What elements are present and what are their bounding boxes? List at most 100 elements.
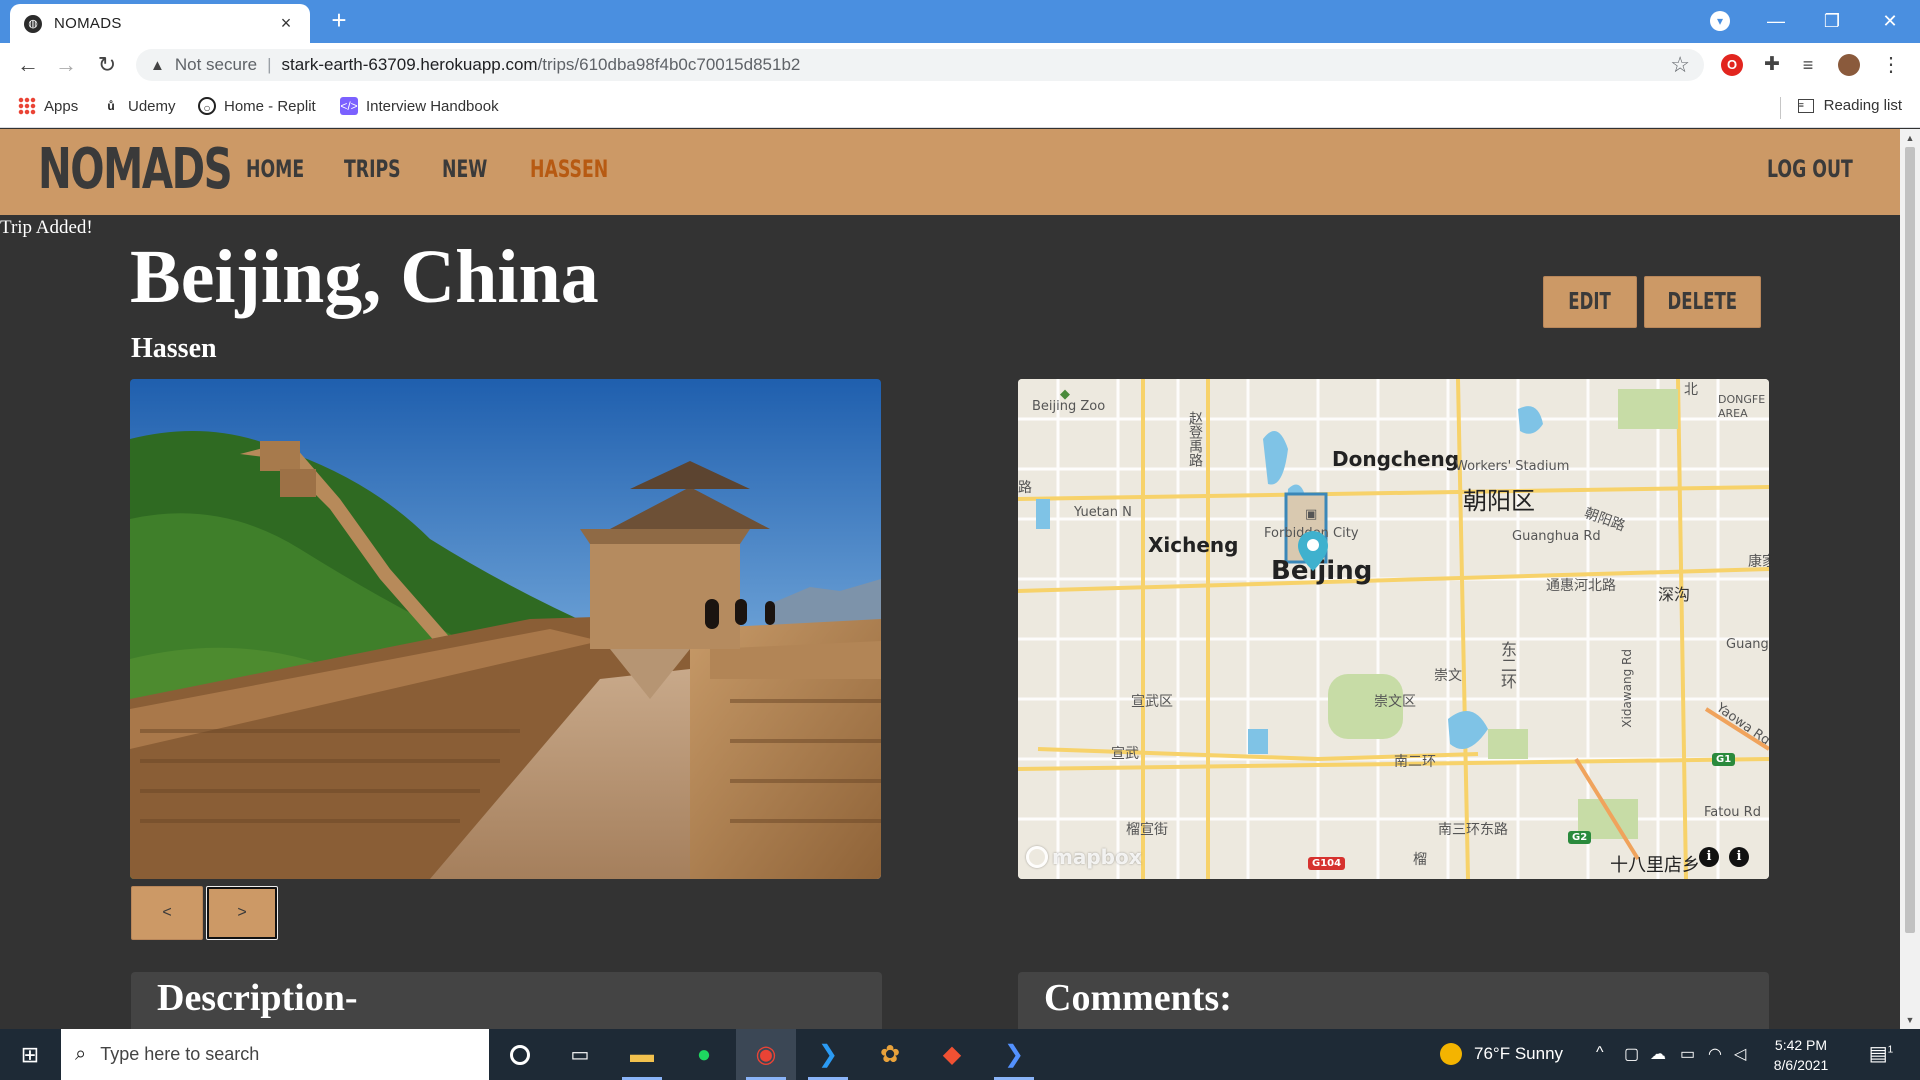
edit-button[interactable]: EDIT: [1543, 276, 1637, 328]
map-label-lu: 路: [1018, 480, 1032, 496]
minimize-icon[interactable]: —: [1756, 6, 1796, 36]
bookmark-label: Udemy: [128, 97, 176, 115]
bookmark-udemy[interactable]: ů Udemy: [102, 97, 176, 115]
camera-icon: ▣: [1305, 507, 1318, 522]
git-icon[interactable]: ◆: [922, 1029, 982, 1080]
page-content: NOMADS HOME TRIPS NEW HASSEN LOG OUT Tri…: [0, 129, 1900, 1029]
wifi-icon[interactable]: ◠: [1708, 1044, 1722, 1064]
trip-photo: [130, 379, 881, 879]
adblock-extension-icon[interactable]: O: [1721, 54, 1743, 76]
meet-now-icon[interactable]: ▢: [1624, 1044, 1639, 1064]
new-tab-button[interactable]: +: [326, 7, 352, 33]
browser-tab[interactable]: ◍ NOMADS ×: [10, 4, 310, 43]
reading-list-button[interactable]: ≡ Reading list: [1797, 97, 1902, 114]
onedrive-cloud-icon[interactable]: ☁: [1650, 1044, 1666, 1064]
security-label: Not secure: [174, 55, 258, 74]
notification-count: 1: [1887, 1044, 1894, 1056]
spotify-icon[interactable]: ●: [674, 1029, 734, 1080]
map-label-shengou: 深沟: [1658, 585, 1691, 604]
clock-date: 8/6/2021: [1773, 1057, 1829, 1073]
battery-icon[interactable]: ▭: [1680, 1044, 1695, 1064]
map-info-icon[interactable]: i: [1699, 847, 1719, 867]
powershell-icon[interactable]: ❯: [984, 1029, 1044, 1080]
map-marker-icon[interactable]: [1296, 529, 1330, 573]
restore-icon[interactable]: ❐: [1812, 6, 1852, 36]
map-label-guanghua: Guanghua Rd: [1512, 529, 1601, 544]
bookmark-star-icon[interactable]: ☆: [1670, 52, 1690, 78]
map-label-xicheng: Xicheng: [1148, 533, 1239, 557]
great-wall-image: [130, 379, 881, 879]
trip-map[interactable]: Beijing Zoo ◆ Dongcheng Workers' Stadium…: [1018, 379, 1769, 879]
nav-user[interactable]: HASSEN: [530, 155, 608, 183]
extensions-puzzle-icon[interactable]: ✚: [1761, 54, 1783, 76]
trip-title: Beijing, China: [130, 235, 599, 319]
system-clock[interactable]: 5:42 PM 8/6/2021: [1765, 1035, 1837, 1075]
file-explorer-icon[interactable]: ▬: [612, 1029, 672, 1080]
scrollbar-thumb[interactable]: [1905, 147, 1915, 933]
apps-grid-icon: [18, 97, 36, 115]
reading-list-icon: ≡: [1797, 98, 1814, 113]
media-queue-icon[interactable]: ≡: [1797, 54, 1819, 76]
show-hidden-icons-icon[interactable]: ^: [1596, 1044, 1604, 1062]
page-scrollbar[interactable]: ▲ ▼: [1900, 129, 1920, 1029]
map-label-chongwenqu: 崇文区: [1374, 694, 1416, 710]
next-image-button[interactable]: >: [206, 886, 278, 940]
taskbar-search-box[interactable]: ⌕ Type here to search: [61, 1029, 489, 1080]
tab-search-icon[interactable]: ▾: [1710, 11, 1730, 31]
previous-image-button[interactable]: <: [131, 886, 203, 940]
sun-icon: [1440, 1043, 1462, 1065]
map-label-dongfeng: DONGFE AREA: [1718, 393, 1766, 420]
delete-button[interactable]: DELETE: [1644, 276, 1761, 328]
bookmark-replit[interactable]: ○ Home - Replit: [198, 97, 316, 115]
highway-shield-g2: G2: [1568, 831, 1592, 844]
replit-icon: ○: [198, 97, 216, 115]
bookmark-interview-handbook[interactable]: </> Interview Handbook: [340, 97, 499, 115]
address-bar[interactable]: ▲ Not secure | stark-earth-63709.herokua…: [136, 49, 1704, 81]
nav-new[interactable]: NEW: [442, 155, 487, 183]
map-attribution-icon[interactable]: i: [1729, 847, 1749, 867]
map-label-fatou: Fatou Rd: [1704, 805, 1761, 820]
highway-shield-g1: G1: [1712, 753, 1736, 766]
forward-arrow-icon[interactable]: →: [52, 51, 80, 79]
windows-start-icon[interactable]: ⊞: [8, 1039, 52, 1071]
nav-home[interactable]: HOME: [246, 155, 304, 183]
vscode-icon[interactable]: ❯: [798, 1029, 858, 1080]
nav-logout[interactable]: LOG OUT: [1767, 155, 1853, 183]
udemy-icon: ů: [107, 99, 115, 113]
task-view-icon[interactable]: ▭: [550, 1029, 610, 1080]
clock-time: 5:42 PM: [1774, 1037, 1828, 1053]
chrome-icon[interactable]: ◉: [736, 1029, 796, 1080]
windows-taskbar: ⊞ ⌕ Type here to search ▭ ▬ ● ◉ ❯ ✿ ◆ ❯ …: [0, 1029, 1920, 1080]
kebab-menu-icon[interactable]: ⋮: [1880, 54, 1902, 76]
comments-heading: Comments:: [1044, 977, 1232, 1019]
close-window-icon[interactable]: ✕: [1870, 6, 1910, 36]
davinci-resolve-icon[interactable]: ✿: [860, 1029, 920, 1080]
bookmark-label: Interview Handbook: [366, 97, 499, 115]
map-label-xidawang: Xidawang Rd: [1620, 649, 1634, 728]
edit-label: EDIT: [1568, 289, 1612, 315]
flash-message: Trip Added!: [0, 217, 93, 238]
weather-widget[interactable]: 76°F Sunny: [1440, 1043, 1563, 1065]
cortana-icon[interactable]: [490, 1029, 550, 1080]
map-label-xuanwuqu: 宣武区: [1131, 694, 1173, 710]
profile-avatar[interactable]: [1838, 54, 1860, 76]
map-label-xuanwu: 宣武: [1111, 746, 1139, 762]
browser-tab-strip: ◍ NOMADS × + ▾ — ❐ ✕: [0, 0, 1920, 43]
site-logo[interactable]: NOMADS: [38, 137, 233, 202]
delete-label: DELETE: [1667, 289, 1738, 315]
bookmark-label: Apps: [44, 97, 79, 115]
description-panel: Description-: [131, 972, 882, 1029]
browser-toolbar: ← → ↻ ▲ Not secure | stark-earth-63709.h…: [0, 43, 1920, 87]
reload-icon[interactable]: ↻: [93, 51, 121, 79]
scroll-up-icon[interactable]: ▲: [1904, 133, 1916, 143]
nav-trips[interactable]: TRIPS: [344, 155, 401, 183]
volume-icon[interactable]: ◁: [1734, 1044, 1746, 1064]
scroll-down-icon[interactable]: ▼: [1904, 1015, 1916, 1025]
zoo-icon: ◆: [1060, 387, 1070, 402]
taskbar-search-placeholder: Type here to search: [100, 1044, 260, 1064]
bookmark-apps[interactable]: Apps: [18, 97, 78, 115]
back-arrow-icon[interactable]: ←: [14, 51, 42, 79]
mapbox-logo[interactable]: mapbox: [1026, 845, 1142, 869]
close-tab-icon[interactable]: ×: [276, 13, 296, 34]
notification-center-icon[interactable]: ▤1: [1868, 1041, 1894, 1067]
